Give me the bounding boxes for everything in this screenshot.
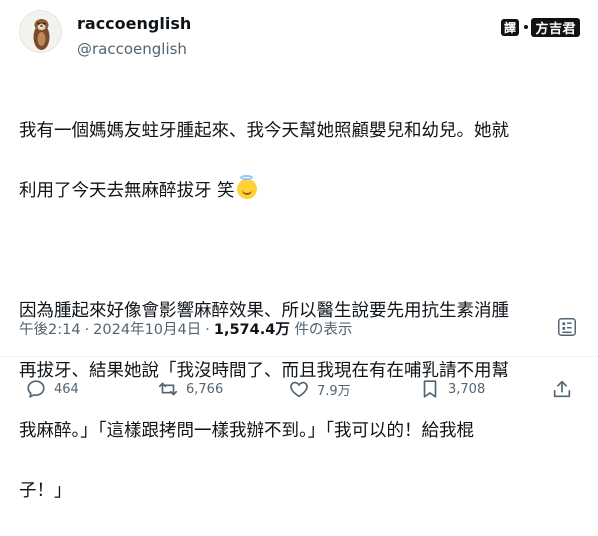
tweet-text: 我有一個媽媽友蛀牙腫起來、我今天幫她照顧嬰兒和幼兒。她就 利用了今天去無麻醉拔牙… xyxy=(19,86,584,536)
share-button[interactable] xyxy=(551,378,580,400)
separator: · xyxy=(205,322,210,338)
author-handle[interactable]: @raccoenglish xyxy=(77,40,187,58)
share-icon xyxy=(553,380,571,398)
repost-button[interactable]: 6,766 xyxy=(157,378,223,400)
tweet-line-text: 利用了今天去無麻醉拔牙 笑 xyxy=(19,181,235,201)
otter-avatar-icon xyxy=(33,19,50,50)
tweet-meta: 午後2:14 · 2024年10月4日 · 1,574.4万 件の表示 xyxy=(19,318,352,339)
reply-count: 464 xyxy=(54,381,79,397)
watermark: 譯 方吉君 xyxy=(500,16,580,38)
reply-icon xyxy=(27,380,45,398)
avatar[interactable] xyxy=(19,10,62,53)
repost-icon xyxy=(158,382,178,396)
repost-count: 6,766 xyxy=(186,381,224,397)
action-bar: 464 6,766 7.9万 3,708 xyxy=(0,372,598,408)
tweet-time[interactable]: 午後2:14 xyxy=(19,322,81,338)
tweet-line: 我有一個媽媽友蛀牙腫起來、我今天幫她照顧嬰兒和幼兒。她就 xyxy=(19,121,509,141)
bookmark-button[interactable]: 3,708 xyxy=(419,378,485,400)
views-label: 件の表示 xyxy=(294,322,353,338)
like-button[interactable]: 7.9万 xyxy=(288,378,351,400)
watermark-name: 方吉君 xyxy=(531,17,580,37)
halo-smile-emoji-icon xyxy=(236,175,257,199)
reply-button[interactable]: 464 xyxy=(25,378,79,400)
tweet-date[interactable]: 2024年10月4日 xyxy=(93,322,201,338)
author-display-name[interactable]: raccoenglish xyxy=(77,14,191,33)
watermark-prefix: 譯 xyxy=(500,18,520,36)
bookmark-count: 3,708 xyxy=(448,381,486,397)
heart-icon xyxy=(290,381,308,398)
tweet-line: 我麻醉。」「這樣跟拷問一樣我辦不到。」「我可以的！給我棍 xyxy=(19,421,474,441)
separator: · xyxy=(84,322,90,338)
view-count: 1,574.4万 xyxy=(213,322,290,338)
divider xyxy=(0,356,598,357)
analytics-icon[interactable] xyxy=(556,316,578,338)
bookmark-icon xyxy=(423,380,437,398)
like-count: 7.9万 xyxy=(317,383,351,399)
tweet-line: 利用了今天去無麻醉拔牙 笑 xyxy=(19,175,584,206)
tweet-line: 子！」 xyxy=(19,481,72,501)
watermark-dot xyxy=(524,25,529,29)
